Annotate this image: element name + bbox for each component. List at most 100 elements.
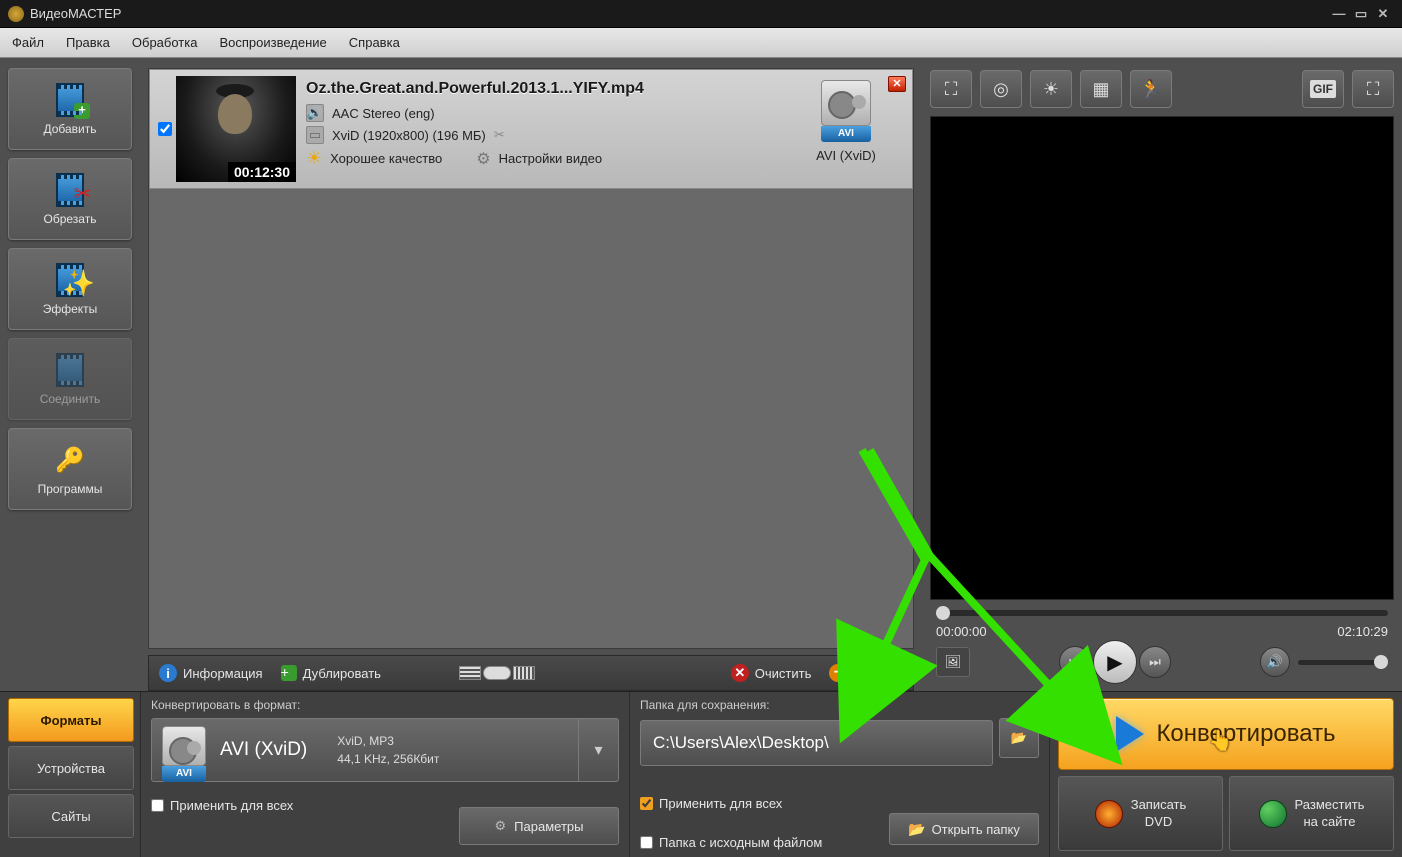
camera-icon: AVI bbox=[162, 726, 210, 774]
file-settings-link[interactable]: Настройки видео bbox=[499, 151, 603, 166]
video-preview[interactable] bbox=[930, 116, 1394, 600]
file-checkbox-wrap bbox=[156, 76, 174, 182]
volume-control[interactable]: 🔊 bbox=[1260, 647, 1388, 677]
volume-track[interactable] bbox=[1298, 660, 1388, 665]
file-list[interactable]: 00:12:30 Oz.the.Great.and.Powerful.2013.… bbox=[148, 68, 914, 649]
view-toggle[interactable] bbox=[459, 666, 535, 680]
key-icon: 🔑 bbox=[55, 446, 85, 475]
next-button[interactable]: ⏭ bbox=[1139, 646, 1171, 678]
play-button[interactable]: ▶ bbox=[1093, 640, 1137, 684]
tab-formats[interactable]: Форматы bbox=[8, 698, 134, 742]
gear-icon[interactable]: ⚙ bbox=[476, 149, 490, 169]
seek-knob[interactable] bbox=[936, 606, 950, 620]
file-item[interactable]: 00:12:30 Oz.the.Great.and.Powerful.2013.… bbox=[149, 69, 913, 189]
menubar: Файл Правка Обработка Воспроизведение Сп… bbox=[0, 28, 1402, 58]
output-path[interactable]: C:\Users\Alex\Desktop\ bbox=[640, 720, 993, 766]
tab-devices[interactable]: Устройства bbox=[8, 746, 134, 790]
minimize-button[interactable]: — bbox=[1328, 6, 1350, 22]
workarea: + Добавить ✂ Обрезать ✨ Эффекты Соединит… bbox=[0, 58, 1402, 691]
duplicate-button[interactable]: +Дублировать bbox=[281, 665, 381, 681]
action-panel: Конвертировать ЗаписатьDVD Разместитьна … bbox=[1050, 692, 1402, 857]
file-name: Oz.the.Great.and.Powerful.2013.1...YIFY.… bbox=[306, 80, 776, 98]
file-video: XviD (1920x800) (196 МБ) bbox=[332, 128, 486, 143]
preview-panel: ⛶ ◎ ☀ ▦ 🏃 GIF ⛶ 00:00:00 02:10:29 🖼 ⏮ ▶ … bbox=[922, 58, 1402, 691]
format-selector[interactable]: AVI AVI (XviD) XviD, MP3 44,1 KHz, 256Кб… bbox=[151, 718, 619, 782]
film-icon: + bbox=[56, 83, 84, 117]
browse-button[interactable]: 📂 bbox=[999, 718, 1039, 758]
format-tag: AVI bbox=[162, 766, 206, 782]
speed-button[interactable]: 🏃 bbox=[1130, 70, 1172, 108]
playback-controls: 🖼 ⏮ ▶ ⏭ 🔊 bbox=[930, 639, 1394, 685]
format-header: Конвертировать в формат: bbox=[151, 698, 619, 712]
prev-button[interactable]: ⏮ bbox=[1059, 646, 1091, 678]
menu-processing[interactable]: Обработка bbox=[132, 35, 198, 50]
info-button[interactable]: iИнформация bbox=[159, 664, 263, 682]
gif-button[interactable]: GIF bbox=[1302, 70, 1344, 108]
seek-bar[interactable] bbox=[930, 602, 1394, 624]
x-icon: ✕ bbox=[731, 664, 749, 682]
programs-button[interactable]: 🔑 Программы bbox=[8, 428, 132, 510]
crop-button[interactable]: ⛶ bbox=[930, 70, 972, 108]
seek-track[interactable] bbox=[936, 610, 1388, 616]
minus-icon: − bbox=[829, 664, 847, 682]
menu-file[interactable]: Файл bbox=[12, 35, 44, 50]
camera-icon bbox=[821, 80, 871, 126]
trim-button[interactable]: ✂ Обрезать bbox=[8, 158, 132, 240]
plus-icon: + bbox=[281, 665, 297, 681]
snapshot-button[interactable]: 🖼 bbox=[936, 647, 970, 677]
menu-edit[interactable]: Правка bbox=[66, 35, 110, 50]
center-column: 00:12:30 Oz.the.Great.and.Powerful.2013.… bbox=[140, 58, 922, 691]
folder-icon: 📂 bbox=[1011, 730, 1027, 746]
tab-sites[interactable]: Сайты bbox=[8, 794, 134, 838]
maximize-button[interactable]: ▭ bbox=[1350, 6, 1372, 22]
cut-icon[interactable]: ✂ bbox=[494, 127, 505, 143]
join-label: Соединить bbox=[40, 392, 101, 406]
film-icon bbox=[56, 353, 84, 387]
apply-all-save[interactable]: Применить для всех bbox=[640, 796, 1039, 811]
thumbnail-decoration bbox=[218, 94, 252, 134]
chevron-down-icon[interactable]: ▾ bbox=[578, 719, 618, 781]
file-duration: 00:12:30 bbox=[228, 162, 296, 182]
close-button[interactable]: ✕ bbox=[1372, 6, 1394, 22]
apply-all-format-checkbox[interactable] bbox=[151, 799, 164, 812]
format-tag: AVI bbox=[821, 126, 871, 142]
file-info: Oz.the.Great.and.Powerful.2013.1...YIFY.… bbox=[296, 76, 786, 182]
publish-button[interactable]: Разместитьна сайте bbox=[1229, 776, 1394, 851]
effects-button[interactable]: ✨ Эффекты bbox=[8, 248, 132, 330]
save-header: Папка для сохранения: bbox=[640, 698, 1039, 712]
menu-help[interactable]: Справка bbox=[349, 35, 400, 50]
tabs: Форматы Устройства Сайты bbox=[0, 692, 140, 857]
file-output-format[interactable]: ✕ AVI AVI (XviD) bbox=[786, 76, 906, 182]
gif-icon: GIF bbox=[1310, 80, 1336, 98]
menu-playback[interactable]: Воспроизведение bbox=[219, 35, 326, 50]
delete-button[interactable]: −Удалить bbox=[829, 664, 903, 682]
parameters-button[interactable]: ⚙ Параметры bbox=[459, 807, 619, 845]
plus-icon: + bbox=[74, 103, 90, 119]
same-folder-checkbox[interactable] bbox=[640, 836, 653, 849]
remove-file-button[interactable]: ✕ bbox=[888, 76, 906, 92]
wand-icon: ✨ bbox=[63, 268, 95, 299]
list-toolbar: iИнформация +Дублировать ✕Очистить −Удал… bbox=[148, 655, 914, 691]
titlebar: ВидеоМАСТЕР — ▭ ✕ bbox=[0, 0, 1402, 28]
time-current: 00:00:00 bbox=[936, 624, 987, 639]
add-button[interactable]: + Добавить bbox=[8, 68, 132, 150]
file-thumbnail[interactable]: 00:12:30 bbox=[176, 76, 296, 182]
info-icon: i bbox=[159, 664, 177, 682]
brightness-button[interactable]: ☀ bbox=[1030, 70, 1072, 108]
window-title: ВидеоМАСТЕР bbox=[30, 6, 1328, 21]
time-labels: 00:00:00 02:10:29 bbox=[930, 624, 1394, 639]
burn-dvd-button[interactable]: ЗаписатьDVD bbox=[1058, 776, 1223, 851]
open-folder-button[interactable]: 📂 Открыть папку bbox=[889, 813, 1039, 845]
fullscreen-button[interactable]: ⛶ bbox=[1352, 70, 1394, 108]
quality-icon: ☀ bbox=[306, 148, 322, 169]
clip-button[interactable]: ▦ bbox=[1080, 70, 1122, 108]
volume-button[interactable]: 🔊 bbox=[1260, 647, 1290, 677]
format-panel: Конвертировать в формат: AVI AVI (XviD) … bbox=[140, 692, 630, 857]
file-checkbox[interactable] bbox=[158, 122, 172, 136]
clear-button[interactable]: ✕Очистить bbox=[731, 664, 812, 682]
adjust-button[interactable]: ◎ bbox=[980, 70, 1022, 108]
globe-icon bbox=[1259, 800, 1287, 828]
volume-knob[interactable] bbox=[1374, 655, 1388, 669]
join-button[interactable]: Соединить bbox=[8, 338, 132, 420]
apply-all-save-checkbox[interactable] bbox=[640, 797, 653, 810]
